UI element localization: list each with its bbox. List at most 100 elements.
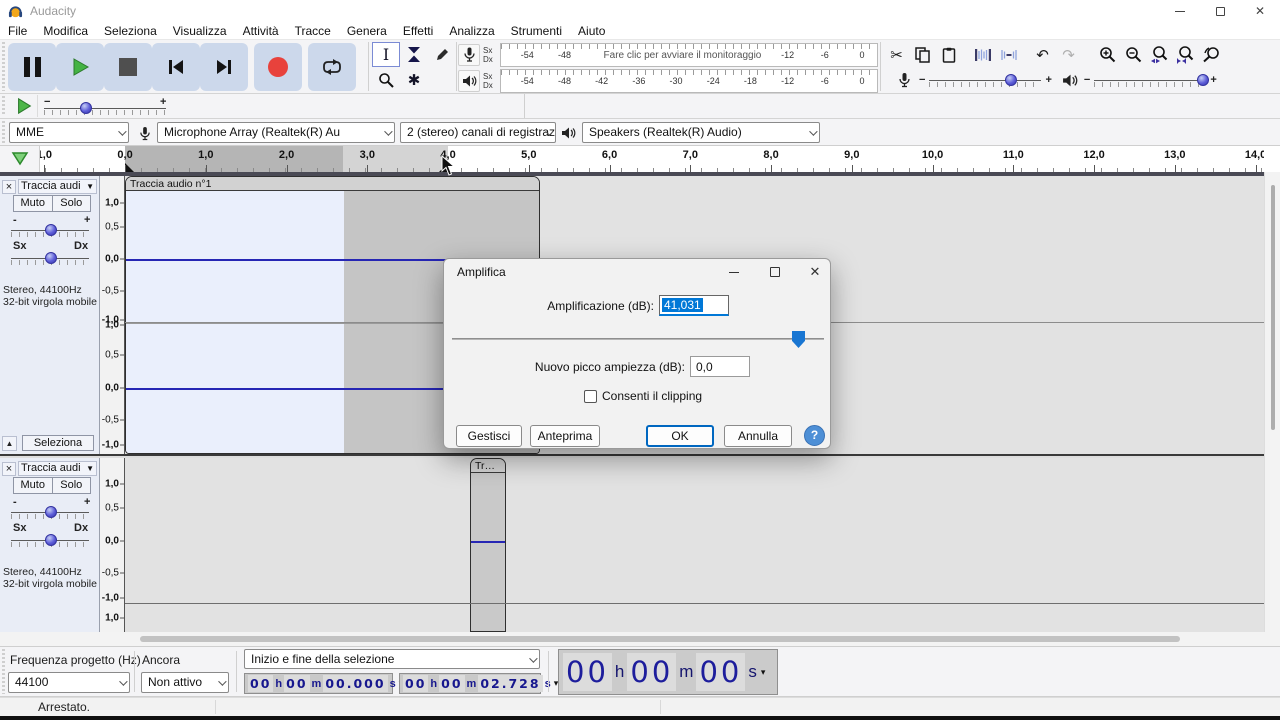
toolbar-grip[interactable] xyxy=(0,649,7,694)
time-digits[interactable]: 00 xyxy=(403,675,428,692)
playback-meter[interactable]: SxDx -54-48-42-36-30-24-18-12-60 xyxy=(458,68,878,93)
time-format-arrow-icon[interactable]: ▾ xyxy=(761,667,766,678)
close-button[interactable]: ✕ xyxy=(1240,0,1280,22)
play-speed-slider[interactable] xyxy=(44,100,166,116)
pan-slider[interactable] xyxy=(11,250,89,266)
track-2-waveform-area[interactable]: Tr… xyxy=(125,458,1264,632)
mute-button[interactable]: Muto xyxy=(13,195,53,212)
envelope-tool-button[interactable] xyxy=(400,42,428,67)
menu-genera[interactable]: Genera xyxy=(339,24,395,38)
audio-position-display[interactable]: 00h00m00s▾ xyxy=(558,649,778,695)
menu-file[interactable]: File xyxy=(0,24,35,38)
paste-button[interactable] xyxy=(936,43,961,67)
silence-selection-button[interactable] xyxy=(996,43,1021,67)
stop-button[interactable] xyxy=(104,43,152,91)
menu-modifica[interactable]: Modifica xyxy=(35,24,96,38)
play-meter-speaker-button[interactable] xyxy=(458,70,480,92)
time-digits[interactable]: 00 xyxy=(696,653,745,691)
monitor-hint[interactable]: Fare clic per avviare il monitoraggio xyxy=(601,50,765,61)
selection-mode-select[interactable]: Inizio e fine della selezione xyxy=(244,649,540,669)
pan-thumb[interactable] xyxy=(45,252,57,264)
copy-button[interactable] xyxy=(910,43,935,67)
play-speed-thumb[interactable] xyxy=(80,102,92,114)
play-button[interactable] xyxy=(56,43,104,91)
recording-meter[interactable]: SxDx Fare clic per avviare il monitoragg… xyxy=(458,42,878,67)
playback-volume-thumb[interactable] xyxy=(1197,74,1209,86)
zoom-toggle-button[interactable] xyxy=(1199,43,1224,67)
play-meter-scale[interactable]: -54-48-42-36-30-24-18-12-60 xyxy=(500,69,878,93)
zoom-out-button[interactable] xyxy=(1121,43,1146,67)
redo-button[interactable]: ↷ xyxy=(1056,43,1081,67)
menu-effetti[interactable]: Effetti xyxy=(395,24,441,38)
ok-button[interactable]: OK xyxy=(646,425,714,447)
gain-thumb[interactable] xyxy=(45,224,57,236)
menu-attività[interactable]: Attività xyxy=(235,24,287,38)
selection-tool-button[interactable]: I xyxy=(372,42,400,67)
menu-tracce[interactable]: Tracce xyxy=(287,24,339,38)
menu-seleziona[interactable]: Seleziona xyxy=(96,24,165,38)
dialog-minimize-button[interactable] xyxy=(719,262,749,282)
manage-button[interactable]: Gestisci xyxy=(456,425,522,447)
maximize-button[interactable] xyxy=(1200,0,1240,22)
solo-button[interactable]: Solo xyxy=(53,195,92,212)
snap-select[interactable]: Non attivo xyxy=(141,672,229,693)
skip-to-end-button[interactable] xyxy=(200,43,248,91)
track-name-menu[interactable]: Traccia audi▼ xyxy=(18,461,97,476)
draw-tool-button[interactable] xyxy=(428,42,456,67)
zoom-tool-button[interactable] xyxy=(372,67,400,92)
pause-button[interactable] xyxy=(8,43,56,91)
track-2-clip[interactable]: Tr… xyxy=(470,458,506,632)
zoom-selection-button[interactable] xyxy=(1147,43,1172,67)
horizontal-scrollbar[interactable] xyxy=(0,632,1280,646)
new-peak-input[interactable] xyxy=(690,356,750,377)
minimize-button[interactable] xyxy=(1160,0,1200,22)
preview-button[interactable]: Anteprima xyxy=(530,425,600,447)
recording-device-select[interactable]: Microphone Array (Realtek(R) Au xyxy=(157,122,395,143)
menu-visualizza[interactable]: Visualizza xyxy=(165,24,235,38)
allow-clipping-checkbox[interactable] xyxy=(584,390,597,403)
time-digits[interactable]: 00 xyxy=(627,653,676,691)
time-digits[interactable]: 00.000 xyxy=(323,675,387,692)
selection-start-time[interactable]: 00h00m00.000s▾ xyxy=(244,673,393,694)
mute-button[interactable]: Muto xyxy=(13,477,53,494)
select-track-button[interactable]: Seleziona xyxy=(22,435,94,451)
play-at-speed-button[interactable] xyxy=(10,95,38,117)
record-meter-mic-button[interactable] xyxy=(458,44,480,66)
multi-tool-button[interactable]: ✱ xyxy=(400,67,428,92)
menu-analizza[interactable]: Analizza xyxy=(441,24,502,38)
pan-thumb[interactable] xyxy=(45,534,57,546)
zoom-fit-project-button[interactable] xyxy=(1173,43,1198,67)
ruler-scale[interactable]: 1,00,01,02,03,04,05,06,07,08,09,010,011,… xyxy=(40,146,1264,172)
undo-button[interactable]: ↶ xyxy=(1030,43,1055,67)
time-digits[interactable]: 00 xyxy=(563,653,612,691)
timeline-options-button[interactable] xyxy=(0,146,40,172)
pan-slider[interactable] xyxy=(11,532,89,548)
menu-aiuto[interactable]: Aiuto xyxy=(570,24,613,38)
track-1-vertical-ruler[interactable]: 1,00,50,0-0,5-1,01,00,50,0-0,5-1,0 xyxy=(100,176,125,454)
gain-slider[interactable] xyxy=(11,504,89,520)
clip-title[interactable]: Tr… xyxy=(471,459,505,473)
clip-title[interactable]: Traccia audio n°1 xyxy=(126,177,539,191)
dialog-maximize-button[interactable] xyxy=(760,262,790,282)
zoom-in-button[interactable] xyxy=(1095,43,1120,67)
gain-thumb[interactable] xyxy=(45,506,57,518)
menu-strumenti[interactable]: Strumenti xyxy=(503,24,570,38)
trim-outside-selection-button[interactable] xyxy=(970,43,995,67)
amplification-slider[interactable] xyxy=(452,329,824,349)
time-digits[interactable]: 00 xyxy=(439,675,464,692)
loop-button[interactable] xyxy=(308,43,356,91)
recording-volume-slider[interactable] xyxy=(929,72,1041,88)
track-close-button[interactable]: × xyxy=(2,180,16,194)
toolbar-grip[interactable] xyxy=(0,121,7,143)
dialog-title-bar[interactable]: Amplifica ✕ xyxy=(444,259,830,285)
time-digits[interactable]: 00 xyxy=(248,675,273,692)
vertical-scrollbar-thumb[interactable] xyxy=(1271,185,1275,430)
toolbar-grip[interactable] xyxy=(0,96,7,116)
solo-button[interactable]: Solo xyxy=(53,477,92,494)
amplification-input[interactable]: 41,031 xyxy=(659,295,729,316)
horizontal-scrollbar-thumb[interactable] xyxy=(140,636,1180,642)
track-close-button[interactable]: × xyxy=(2,462,16,476)
record-button[interactable] xyxy=(254,43,302,91)
cut-button[interactable]: ✂ xyxy=(884,43,909,67)
selection-end-time[interactable]: 00h00m02.728s▾ xyxy=(399,673,541,694)
